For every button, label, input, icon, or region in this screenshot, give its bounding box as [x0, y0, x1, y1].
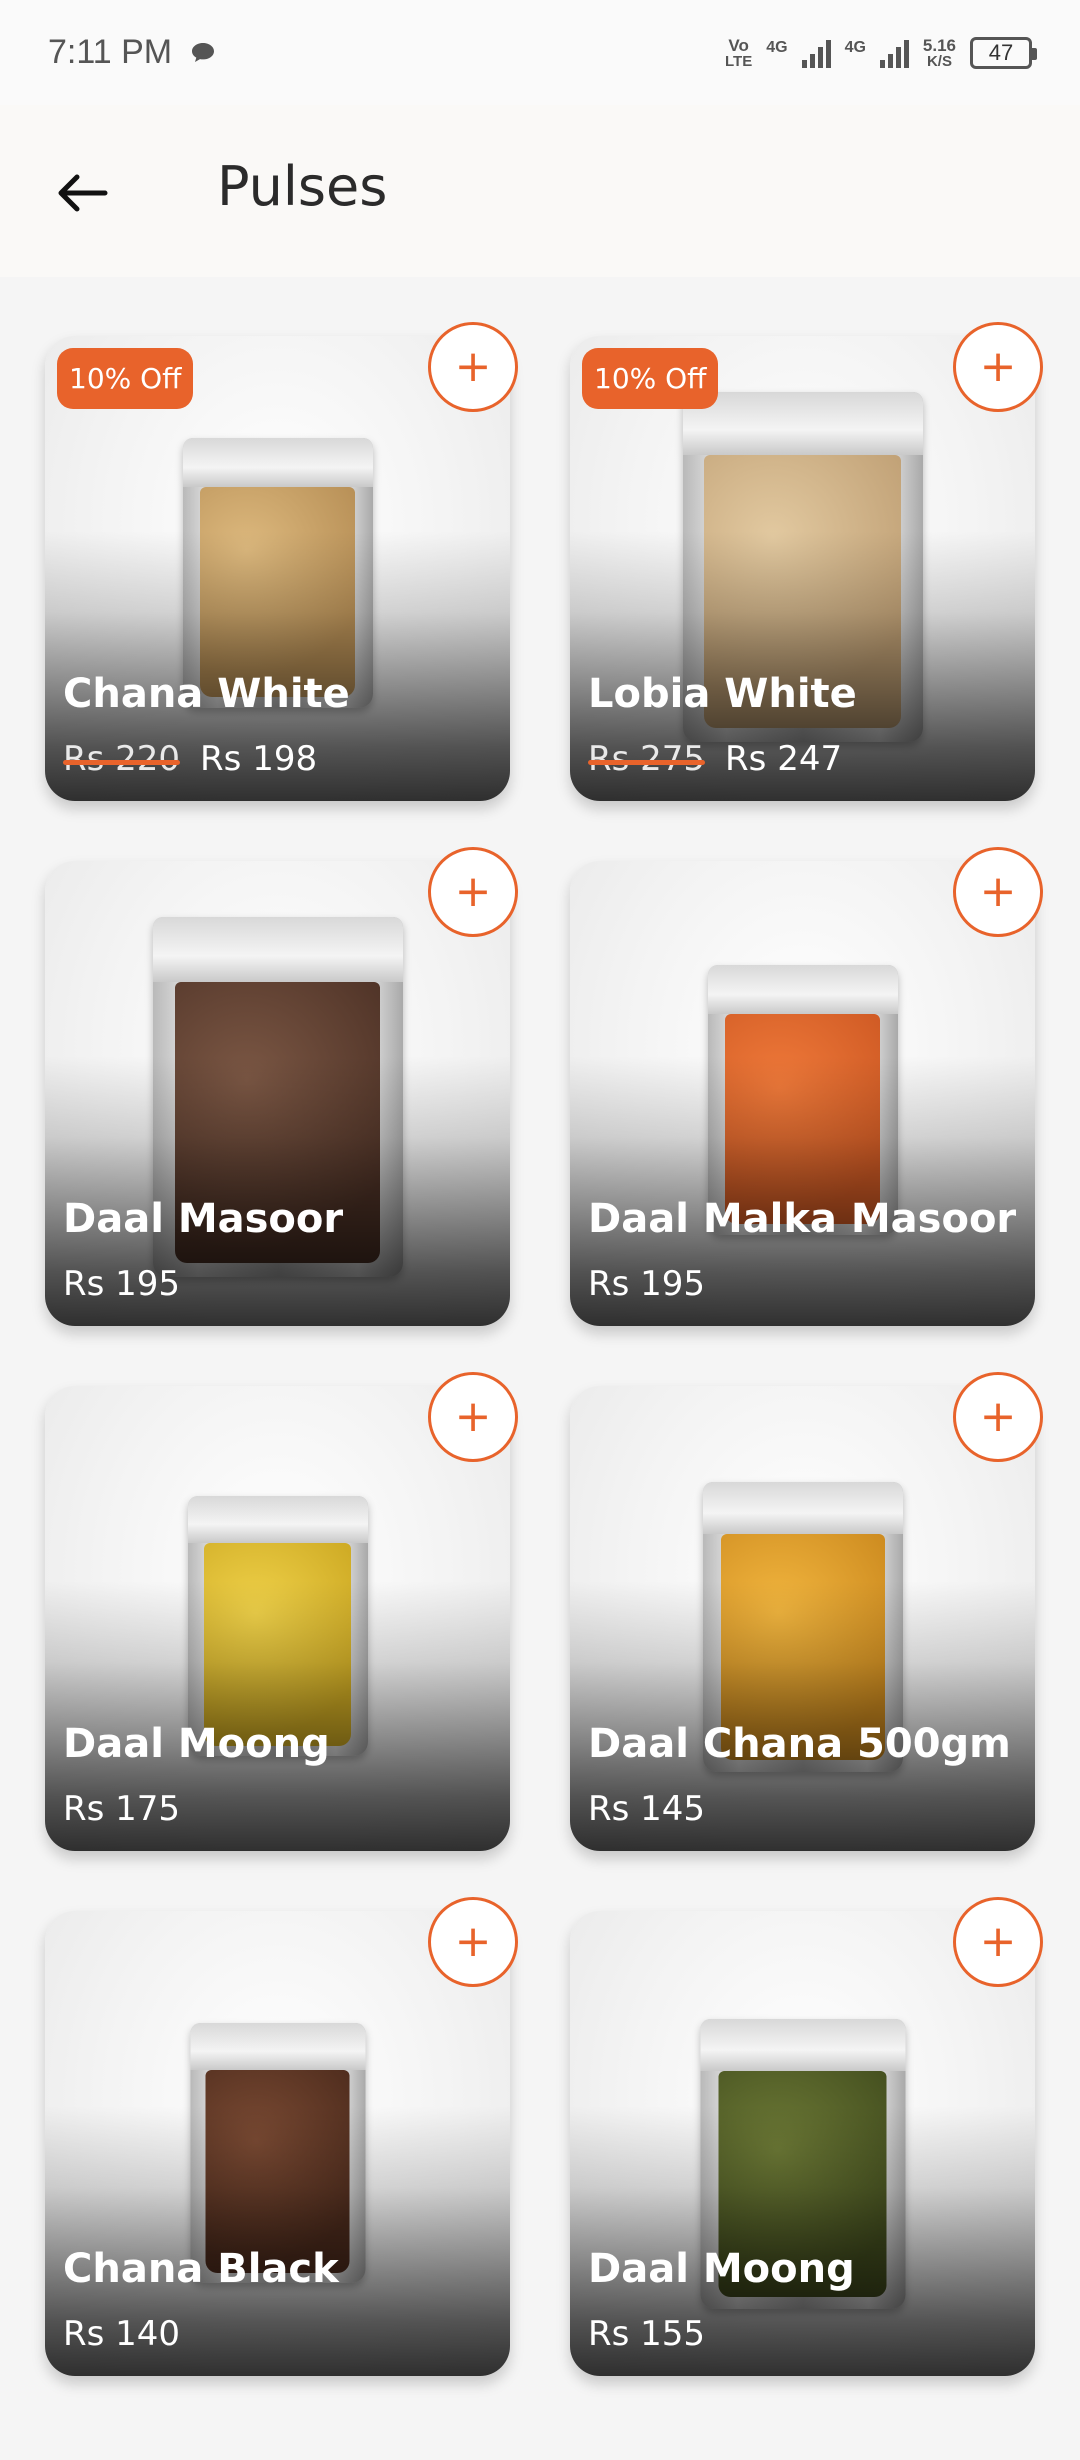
add-to-cart-button[interactable]: + [953, 1372, 1043, 1462]
volte-top: Vo [728, 35, 749, 55]
price-row: Rs 145 [588, 1789, 705, 1829]
plus-icon: + [979, 866, 1017, 917]
status-left: 7:11 PM [48, 33, 216, 72]
price-row: Rs 155 [588, 2314, 705, 2354]
price: Rs 140 [63, 2314, 181, 2354]
plus-icon: + [979, 1391, 1017, 1442]
product-card[interactable]: Daal Malka Masoor Rs 195 [570, 861, 1035, 1326]
price: Rs 175 [63, 1789, 181, 1829]
plus-icon: + [454, 1391, 492, 1442]
original-price: Rs 275 [588, 739, 706, 779]
price: Rs 195 [588, 1264, 706, 1304]
battery-icon: 47 [970, 36, 1037, 69]
price-row: Rs 175 [63, 1789, 180, 1829]
plus-icon: + [979, 1916, 1017, 1967]
price-row: Rs 220 Rs 198 [63, 739, 317, 779]
price-row: Rs 275 Rs 247 [588, 739, 842, 779]
volte-indicator: Vo LTE [725, 37, 752, 69]
price: Rs 195 [63, 1264, 181, 1304]
original-price: Rs 220 [63, 739, 181, 779]
add-to-cart-button[interactable]: + [428, 847, 518, 937]
product-name: Chana White [63, 671, 350, 717]
discount-badge: 10% Off [582, 348, 719, 409]
product-card[interactable]: Daal Moong Rs 155 [570, 1911, 1035, 2376]
volte-bottom: LTE [725, 52, 753, 70]
product-card[interactable]: Daal Masoor Rs 195 [45, 861, 510, 1326]
page-title: Pulses [217, 155, 388, 218]
add-to-cart-button[interactable]: + [953, 1897, 1043, 1987]
plus-icon: + [454, 866, 492, 917]
network-speed: 5.16 K/S [923, 37, 956, 69]
sale-price: Rs 247 [725, 739, 843, 779]
message-bubble-icon [190, 40, 216, 66]
product-card[interactable]: Daal Chana 500gm Rs 145 [570, 1386, 1035, 1851]
product-name: Lobia White [588, 671, 857, 717]
add-to-cart-button[interactable]: + [953, 847, 1043, 937]
product-name: Daal Masoor [63, 1196, 344, 1242]
sale-price: Rs 198 [200, 739, 318, 779]
product-card[interactable]: Chana Black Rs 140 [45, 1911, 510, 2376]
battery-level: 47 [988, 39, 1014, 65]
product-name: Chana Black [63, 2246, 339, 2292]
status-bar: 7:11 PM Vo LTE 4G 4G 5.16 K/S 47 [0, 0, 1080, 105]
network-type-1: 4G [766, 38, 788, 56]
speed-value: 5.16 [922, 35, 956, 55]
product-card[interactable]: 10% Off Lobia White Rs 275 Rs 247 [570, 336, 1035, 801]
price: Rs 155 [588, 2314, 706, 2354]
add-to-cart-button[interactable]: + [428, 1372, 518, 1462]
product-name: Daal Moong [63, 1721, 330, 1767]
discount-badge: 10% Off [57, 348, 194, 409]
status-time: 7:11 PM [48, 33, 173, 71]
product-card[interactable]: 10% Off Chana White Rs 220 Rs 198 [45, 336, 510, 801]
add-to-cart-button[interactable]: + [953, 322, 1043, 412]
product-name: Daal Chana 500gm [588, 1721, 1011, 1767]
plus-icon: + [454, 341, 492, 392]
speed-unit: K/S [926, 52, 952, 70]
app-header: Pulses [0, 105, 1080, 277]
arrow-left-icon [58, 174, 108, 212]
back-button[interactable] [52, 163, 112, 223]
signal-strength-icon-2 [879, 38, 909, 68]
product-card[interactable]: Daal Moong Rs 175 [45, 1386, 510, 1851]
signal-strength-icon-1 [801, 38, 831, 68]
plus-icon: + [979, 341, 1017, 392]
plus-icon: + [454, 1916, 492, 1967]
status-right: Vo LTE 4G 4G 5.16 K/S 47 [725, 36, 1037, 69]
add-to-cart-button[interactable]: + [428, 322, 518, 412]
price-row: Rs 140 [63, 2314, 180, 2354]
product-name: Daal Moong [588, 2246, 855, 2292]
network-type-2: 4G [844, 38, 866, 56]
price-row: Rs 195 [588, 1264, 705, 1304]
price-row: Rs 195 [63, 1264, 180, 1304]
price: Rs 145 [588, 1789, 706, 1829]
product-name: Daal Malka Masoor [588, 1196, 1017, 1242]
add-to-cart-button[interactable]: + [428, 1897, 518, 1987]
